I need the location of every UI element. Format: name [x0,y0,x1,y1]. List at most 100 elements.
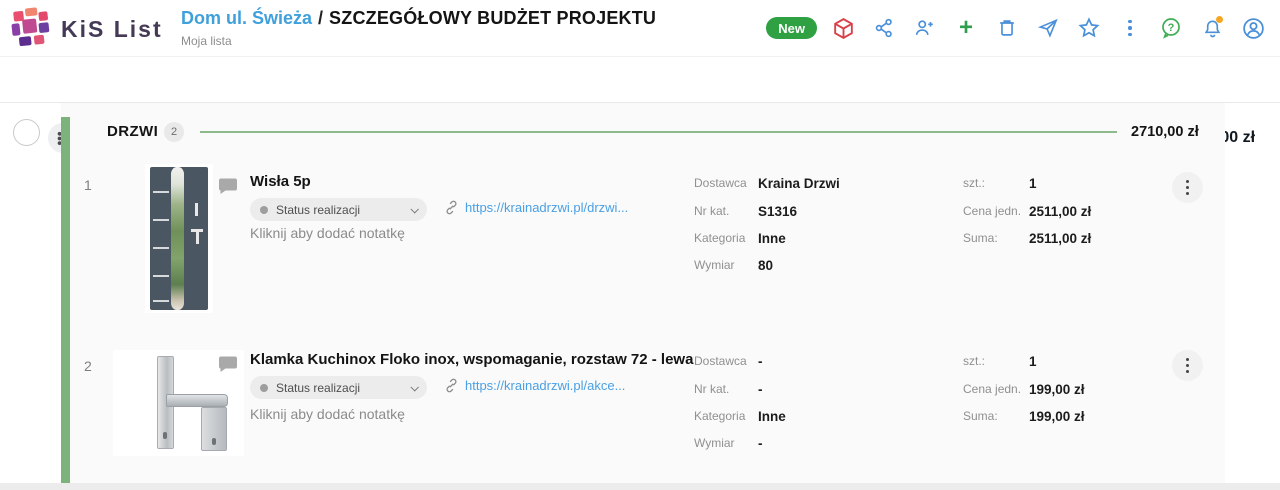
item-index: 2 [84,358,92,374]
breadcrumb-separator: / [312,8,329,28]
label-szt: szt.: [963,176,985,190]
value-wymiar: - [758,436,763,451]
3d-box-button[interactable] [828,13,858,43]
trash-icon [996,17,1018,39]
star-icon [1077,16,1101,40]
project-name[interactable]: Dom ul. Świeża [181,8,312,28]
top-header: KiS List Dom ul. Świeża/SZCZEGÓŁOWY BUDŻ… [0,0,1280,57]
section-divider-line [200,131,1117,133]
label-suma: Suma: [963,409,998,423]
plus-icon: + [959,16,973,40]
link-icon [444,378,459,393]
value-kategoria: Inne [758,409,786,424]
delete-button[interactable] [992,13,1022,43]
row-menu-button[interactable] [1172,172,1203,203]
person-add-icon [914,17,936,39]
label-wymiar: Wymiar [694,258,735,272]
item-link-text: https://krainadrzwi.pl/drzwi... [465,200,628,215]
account-button[interactable] [1238,13,1268,43]
label-suma: Suma: [963,231,998,245]
label-cena-jedn: Cena jedn. [963,382,1021,396]
add-note-button[interactable]: Kliknij aby dodać notatkę [250,406,405,422]
add-item-button[interactable]: + [951,13,981,43]
help-button[interactable]: ? [1156,13,1186,43]
label-cena-jedn: Cena jedn. [963,204,1021,218]
notification-dot [1216,16,1223,23]
value-suma: 199,00 zł [1029,409,1085,424]
label-dostawca: Dostawca [694,176,747,190]
label-wymiar: Wymiar [694,436,735,450]
status-select[interactable]: Status realizacji [250,376,427,399]
item-link-text: https://krainadrzwi.pl/akce... [465,378,625,393]
status-dot-icon [260,206,268,214]
value-suma: 2511,00 zł [1029,231,1091,246]
share-button[interactable] [869,13,899,43]
app-logo[interactable]: KiS List [10,8,163,50]
status-label: Status realizacji [276,203,403,217]
filter-bar: L Pokaż sekcje Pokaż kategorie Pokaż sta… [0,57,1280,103]
item-link[interactable]: https://krainadrzwi.pl/akce... [444,378,625,393]
status-select[interactable]: Status realizacji [250,198,427,221]
value-szt: 1 [1029,354,1037,369]
help-icon: ? [1159,16,1183,40]
new-badge[interactable]: New [766,17,817,39]
comment-icon [217,355,239,375]
label-kategoria: Kategoria [694,409,745,423]
product-image-door[interactable] [145,164,213,313]
add-collaborator-button[interactable] [910,13,940,43]
value-cena-jedn: 2511,00 zł [1029,204,1091,219]
label-kategoria: Kategoria [694,231,745,245]
label-dostawca: Dostawca [694,354,747,368]
item-index: 1 [84,177,92,193]
link-icon [444,200,459,215]
value-dostawca: - [758,354,763,369]
label-nr-kat: Nr kat. [694,382,729,396]
section-name[interactable]: DRZWI [107,123,158,140]
send-list-button[interactable] [1033,13,1063,43]
comment-button[interactable] [217,177,239,202]
section-count-badge: 2 [164,122,184,142]
value-wymiar: 80 [758,258,773,273]
svg-text:?: ? [1168,22,1175,34]
section-header: DRZWI 2 2710,00 zł [0,117,1280,149]
breadcrumb: Dom ul. Świeża/SZCZEGÓŁOWY BUDŻET PROJEK… [181,8,656,48]
status-label: Status realizacji [276,381,403,395]
comment-button[interactable] [217,355,239,380]
item-link[interactable]: https://krainadrzwi.pl/drzwi... [444,200,628,215]
value-szt: 1 [1029,176,1037,191]
value-nr-kat: S1316 [758,204,797,219]
budget-page: KiS List Dom ul. Świeża/SZCZEGÓŁOWY BUDŻ… [0,0,1280,490]
share-icon [873,17,895,39]
chevron-down-icon [410,205,418,213]
header-toolbar: New + [766,13,1268,43]
horizontal-scrollbar[interactable] [0,483,1280,490]
app-logo-text: KiS List [61,16,163,43]
paper-plane-icon [1037,17,1060,40]
row-menu-button[interactable] [1172,350,1203,381]
kebab-menu-icon [1186,180,1189,195]
kebab-menu-icon [1186,358,1189,373]
more-options-button[interactable] [1115,13,1145,43]
label-szt: szt.: [963,354,985,368]
3d-box-icon [831,16,856,41]
kebab-menu-icon [1128,20,1132,37]
list-subtitle: Moja lista [181,34,656,48]
item-title[interactable]: Wisła 5p [250,173,311,190]
value-nr-kat: - [758,382,763,397]
item-title[interactable]: Klamka Kuchinox Floko inox, wspomaganie,… [250,351,693,368]
notifications-button[interactable] [1197,13,1227,43]
favorite-button[interactable] [1074,13,1104,43]
status-dot-icon [260,384,268,392]
add-note-button[interactable]: Kliknij aby dodać notatkę [250,225,405,241]
value-cena-jedn: 199,00 zł [1029,382,1085,397]
app-logo-icon [8,6,54,52]
section-sum: 2710,00 zł [1131,124,1199,140]
item-row-1: 1 Wisła 5p Status realizacji [0,164,1280,334]
item-row-2: 2 Klamka Kuchinox Floko inox, wspomagani… [0,342,1280,490]
value-dostawca: Kraina Drzwi [758,176,840,191]
page-title: SZCZEGÓŁOWY BUDŻET PROJEKTU [329,8,656,28]
chevron-down-icon [410,383,418,391]
label-nr-kat: Nr kat. [694,204,729,218]
account-icon [1241,16,1266,41]
value-kategoria: Inne [758,231,786,246]
